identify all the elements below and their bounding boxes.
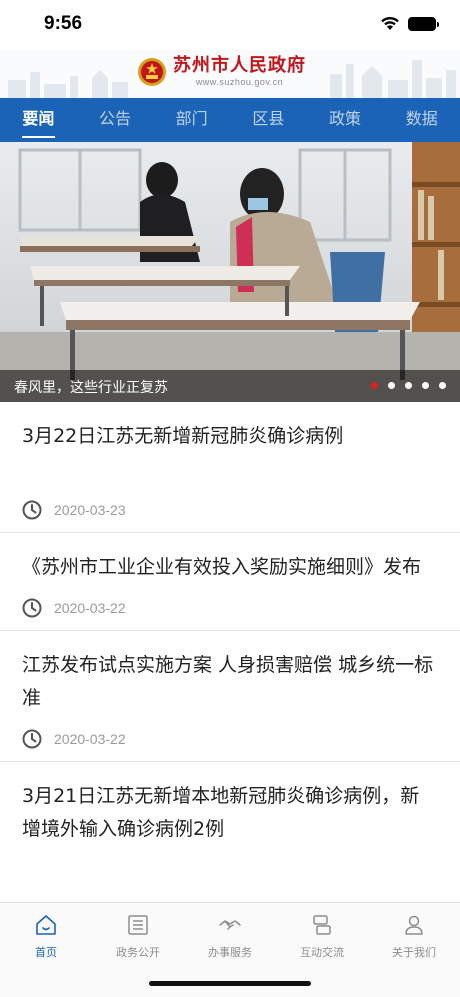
nav-label: 首页 — [35, 946, 57, 959]
tab-policies[interactable]: 政策 — [307, 98, 384, 142]
nav-label: 互动交流 — [300, 946, 344, 959]
document-list-icon — [128, 915, 148, 935]
nav-label: 办事服务 — [208, 946, 252, 959]
featured-banner[interactable]: 春风里，这些行业正复苏 — [0, 142, 460, 402]
carousel-dot[interactable] — [388, 382, 395, 389]
brand: 苏州市人民政府 www.suzhou.gov.cn — [137, 56, 306, 88]
news-list: 3月22日江苏无新增新冠肺炎确诊病例 2020-03-23 《苏州市工业企业有效… — [0, 402, 460, 846]
clock-icon — [22, 500, 42, 520]
news-title: 3月22日江苏无新增新冠肺炎确诊病例 — [22, 425, 344, 447]
clock-icon — [22, 598, 42, 618]
news-item[interactable]: 3月22日江苏无新增新冠肺炎确诊病例 2020-03-23 — [0, 402, 460, 533]
nav-label: 关于我们 — [392, 946, 436, 959]
nav-services[interactable]: 办事服务 — [184, 903, 276, 965]
nav-government-affairs[interactable]: 政务公开 — [92, 903, 184, 965]
handshake-icon — [219, 920, 241, 930]
site-url: www.suzhou.gov.cn — [195, 77, 284, 87]
wifi-icon — [381, 16, 399, 30]
banner-caption-bar: 春风里，这些行业正复苏 — [0, 370, 460, 402]
news-date: 2020-03-23 — [54, 502, 126, 518]
news-meta: 2020-03-23 — [22, 486, 438, 532]
banner-caption: 春风里，这些行业正复苏 — [14, 380, 168, 396]
news-meta: 2020-03-22 — [22, 584, 438, 630]
tab-news[interactable]: 要闻 — [0, 98, 77, 142]
news-meta: 2020-03-22 — [22, 715, 438, 761]
news-item[interactable]: 江苏发布试点实施方案 人身损害赔偿 城乡统一标准 2020-03-22 — [0, 631, 460, 762]
nav-about-us[interactable]: 关于我们 — [368, 903, 460, 965]
status-icons — [380, 16, 439, 31]
clock-icon — [22, 729, 42, 749]
tab-departments[interactable]: 部门 — [153, 98, 230, 142]
carousel-indicator — [371, 382, 446, 389]
category-tabs: 要闻 公告 部门 区县 政策 数据 — [0, 98, 460, 142]
banner-image — [0, 142, 460, 402]
user-icon — [405, 915, 423, 935]
exchange-icon — [313, 915, 331, 935]
battery-icon — [408, 16, 439, 31]
news-item[interactable]: 3月21日江苏无新增本地新冠肺炎确诊病例，新增境外输入确诊病例2例 — [0, 762, 460, 846]
carousel-dot[interactable] — [371, 382, 378, 389]
news-item[interactable]: 《苏州市工业企业有效投入奖励实施细则》发布 2020-03-22 — [0, 533, 460, 631]
national-emblem-icon — [138, 58, 166, 86]
status-bar: 9:56 — [0, 0, 460, 50]
news-date: 2020-03-22 — [54, 600, 126, 616]
app-header: 苏州市人民政府 www.suzhou.gov.cn — [0, 50, 460, 98]
bottom-tab-bar: 首页 政务公开 办事服务 互动交流 关于我们 — [0, 902, 460, 997]
carousel-dot[interactable] — [439, 382, 446, 389]
tab-data[interactable]: 数据 — [383, 98, 460, 142]
site-title: 苏州市人民政府 — [173, 55, 306, 76]
home-indicator — [149, 981, 311, 986]
home-icon — [36, 915, 56, 935]
carousel-dot[interactable] — [422, 382, 429, 389]
status-time: 9:56 — [44, 13, 83, 34]
news-title: 3月21日江苏无新增本地新冠肺炎确诊病例，新增境外输入确诊病例2例 — [22, 785, 420, 840]
carousel-dot[interactable] — [405, 382, 412, 389]
news-date: 2020-03-22 — [54, 731, 126, 747]
nav-interaction[interactable]: 互动交流 — [276, 903, 368, 965]
nav-label: 政务公开 — [116, 946, 160, 959]
nav-home[interactable]: 首页 — [0, 903, 92, 965]
tab-announcements[interactable]: 公告 — [77, 98, 154, 142]
news-title: 江苏发布试点实施方案 人身损害赔偿 城乡统一标准 — [22, 654, 434, 709]
tab-districts[interactable]: 区县 — [230, 98, 307, 142]
news-title: 《苏州市工业企业有效投入奖励实施细则》发布 — [22, 556, 422, 578]
